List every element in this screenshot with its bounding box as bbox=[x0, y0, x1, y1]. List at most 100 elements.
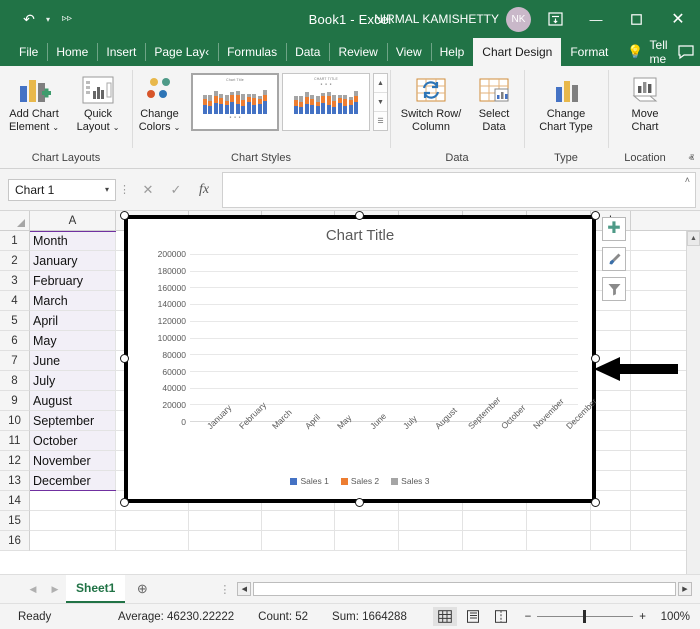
bar-series[interactable] bbox=[190, 254, 578, 421]
cell-A4[interactable]: March bbox=[30, 291, 116, 310]
page-break-view-button[interactable] bbox=[489, 607, 513, 626]
cell-H16[interactable] bbox=[527, 531, 591, 550]
cell-C15[interactable] bbox=[189, 511, 262, 530]
chart-elements-button[interactable]: ✚ bbox=[602, 217, 626, 241]
cell-A3[interactable]: February bbox=[30, 271, 116, 290]
cell-A5[interactable]: April bbox=[30, 311, 116, 330]
status-average[interactable]: Average: 46230.22222 bbox=[106, 611, 246, 623]
horizontal-scrollbar[interactable]: ◀ ▶ bbox=[237, 582, 692, 596]
gallery-scroll-down-icon[interactable]: ▼ bbox=[374, 93, 387, 112]
row-header-11[interactable]: 11 bbox=[0, 431, 30, 451]
switch-row-column-button[interactable]: Switch Row/ Column bbox=[394, 69, 468, 134]
cell-A12[interactable]: November bbox=[30, 451, 116, 470]
cell-A1[interactable]: Month bbox=[30, 231, 116, 250]
tab-formulas[interactable]: Formulas bbox=[218, 38, 286, 66]
cell-A7[interactable]: June bbox=[30, 351, 116, 370]
tab-review[interactable]: Review bbox=[329, 38, 386, 66]
cell-A2[interactable]: January bbox=[30, 251, 116, 270]
tab-view[interactable]: View bbox=[386, 38, 431, 66]
hscroll-track[interactable] bbox=[253, 582, 676, 596]
move-chart-button[interactable]: Move Chart bbox=[615, 69, 675, 134]
cell-I5[interactable] bbox=[591, 311, 631, 330]
chart-handle-ml[interactable] bbox=[120, 354, 129, 363]
comments-icon[interactable] bbox=[677, 38, 700, 66]
gallery-scroll-up-icon[interactable]: ▲ bbox=[374, 74, 387, 93]
next-sheet-button[interactable]: ▶ bbox=[44, 584, 66, 595]
tab-format[interactable]: Format bbox=[561, 38, 617, 66]
cell-A6[interactable]: May bbox=[30, 331, 116, 350]
status-sum[interactable]: Sum: 1664288 bbox=[320, 611, 419, 623]
row-header-15[interactable]: 15 bbox=[0, 511, 30, 531]
row-header-13[interactable]: 13 bbox=[0, 471, 30, 491]
add-sheet-button[interactable]: ⊕ bbox=[125, 581, 159, 597]
page-layout-view-button[interactable] bbox=[461, 607, 485, 626]
legend-entry[interactable]: Sales 1 bbox=[290, 476, 329, 486]
cell-A10[interactable]: September bbox=[30, 411, 116, 430]
row-header-1[interactable]: 1 bbox=[0, 231, 30, 251]
chart-object[interactable]: Chart Title 0 20000 40000 60000 80000 100000 1… bbox=[120, 211, 600, 507]
change-chart-type-button[interactable]: Change Chart Type bbox=[528, 69, 604, 134]
cell-F15[interactable] bbox=[399, 511, 463, 530]
legend-entry[interactable]: Sales 2 bbox=[340, 476, 379, 486]
cell-C16[interactable] bbox=[189, 531, 262, 550]
row-header-8[interactable]: 8 bbox=[0, 371, 30, 391]
cell-B16[interactable] bbox=[116, 531, 189, 550]
select-data-button[interactable]: Select Data bbox=[468, 69, 520, 134]
ribbon-display-options-icon[interactable] bbox=[538, 5, 572, 33]
add-chart-element-button[interactable]: Add Chart Element ⌄ bbox=[2, 69, 66, 134]
sheet-tab-sheet1[interactable]: Sheet1 bbox=[66, 575, 126, 603]
undo-icon[interactable]: ↶ bbox=[18, 8, 40, 30]
chart-styles-button[interactable] bbox=[602, 247, 626, 271]
tab-chart-design[interactable]: Chart Design bbox=[473, 38, 562, 66]
chart-handle-tm[interactable] bbox=[355, 211, 364, 220]
cell-G16[interactable] bbox=[463, 531, 527, 550]
chart-handle-tr[interactable] bbox=[591, 211, 600, 220]
zoom-slider-thumb[interactable] bbox=[583, 610, 587, 623]
zoom-control[interactable]: − + 100% bbox=[525, 610, 690, 623]
chevron-down-icon[interactable]: ⌄ bbox=[52, 123, 59, 132]
tab-home[interactable]: Home bbox=[47, 38, 97, 66]
select-all-button[interactable] bbox=[0, 211, 30, 230]
chart-title[interactable]: Chart Title bbox=[128, 219, 592, 244]
row-header-2[interactable]: 2 bbox=[0, 251, 30, 271]
chevron-down-icon[interactable]: ⌄ bbox=[174, 123, 181, 132]
normal-view-button[interactable] bbox=[432, 607, 457, 626]
cell-I13[interactable] bbox=[591, 471, 631, 490]
zoom-out-button[interactable]: − bbox=[525, 611, 532, 623]
quick-layout-button[interactable]: Quick Layout ⌄ bbox=[66, 69, 130, 134]
cell-I6[interactable] bbox=[591, 331, 631, 350]
gallery-more-icon[interactable]: ☰ bbox=[374, 112, 387, 130]
cell-D16[interactable] bbox=[262, 531, 335, 550]
status-count[interactable]: Count: 52 bbox=[246, 611, 320, 623]
cell-G15[interactable] bbox=[463, 511, 527, 530]
cell-A13[interactable]: December bbox=[30, 471, 116, 490]
maximize-button[interactable] bbox=[616, 0, 656, 38]
row-header-4[interactable]: 4 bbox=[0, 291, 30, 311]
account-area[interactable]: NIRMAL KAMISHETTY NK bbox=[374, 5, 576, 33]
undo-dropdown-icon[interactable]: ▾ bbox=[42, 15, 54, 24]
tab-help[interactable]: Help bbox=[430, 38, 474, 66]
tab-page-layout[interactable]: Page Lay‹ bbox=[145, 38, 218, 66]
change-colors-button[interactable]: Change Colors ⌄ bbox=[132, 69, 187, 134]
row-header-7[interactable]: 7 bbox=[0, 351, 30, 371]
cell-A16[interactable] bbox=[30, 531, 116, 550]
cell-I12[interactable] bbox=[591, 451, 631, 470]
zoom-in-button[interactable]: + bbox=[639, 611, 646, 623]
hscroll-right-icon[interactable]: ▶ bbox=[678, 582, 692, 596]
chart-handle-tl[interactable] bbox=[120, 211, 129, 220]
chart-handle-bl[interactable] bbox=[120, 498, 129, 507]
cell-E15[interactable] bbox=[335, 511, 399, 530]
cell-A9[interactable]: August bbox=[30, 391, 116, 410]
row-header-3[interactable]: 3 bbox=[0, 271, 30, 291]
insert-function-icon[interactable]: fx bbox=[190, 179, 218, 201]
cell-F16[interactable] bbox=[399, 531, 463, 550]
previous-sheet-button[interactable]: ◀ bbox=[22, 584, 44, 595]
row-header-16[interactable]: 16 bbox=[0, 531, 30, 551]
chart-handle-br[interactable] bbox=[591, 498, 600, 507]
quick-access-more-icon[interactable]: ▹▹ bbox=[56, 8, 78, 30]
cell-E16[interactable] bbox=[335, 531, 399, 550]
cancel-icon[interactable]: ✕ bbox=[134, 179, 162, 201]
name-box[interactable]: Chart 1 ▾ bbox=[8, 178, 116, 201]
cell-I9[interactable] bbox=[591, 391, 631, 410]
row-header-10[interactable]: 10 bbox=[0, 411, 30, 431]
